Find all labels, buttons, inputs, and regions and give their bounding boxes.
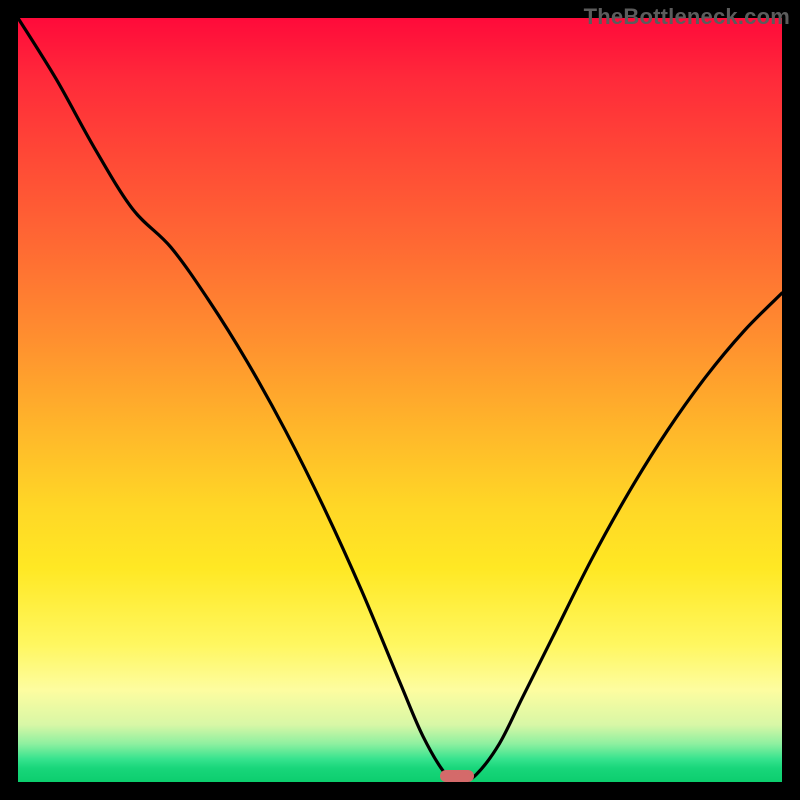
plot-area <box>18 18 782 782</box>
chart-frame: TheBottleneck.com <box>0 0 800 800</box>
optimum-marker <box>440 770 474 782</box>
bottleneck-curve <box>18 18 782 782</box>
watermark-text: TheBottleneck.com <box>584 4 790 30</box>
